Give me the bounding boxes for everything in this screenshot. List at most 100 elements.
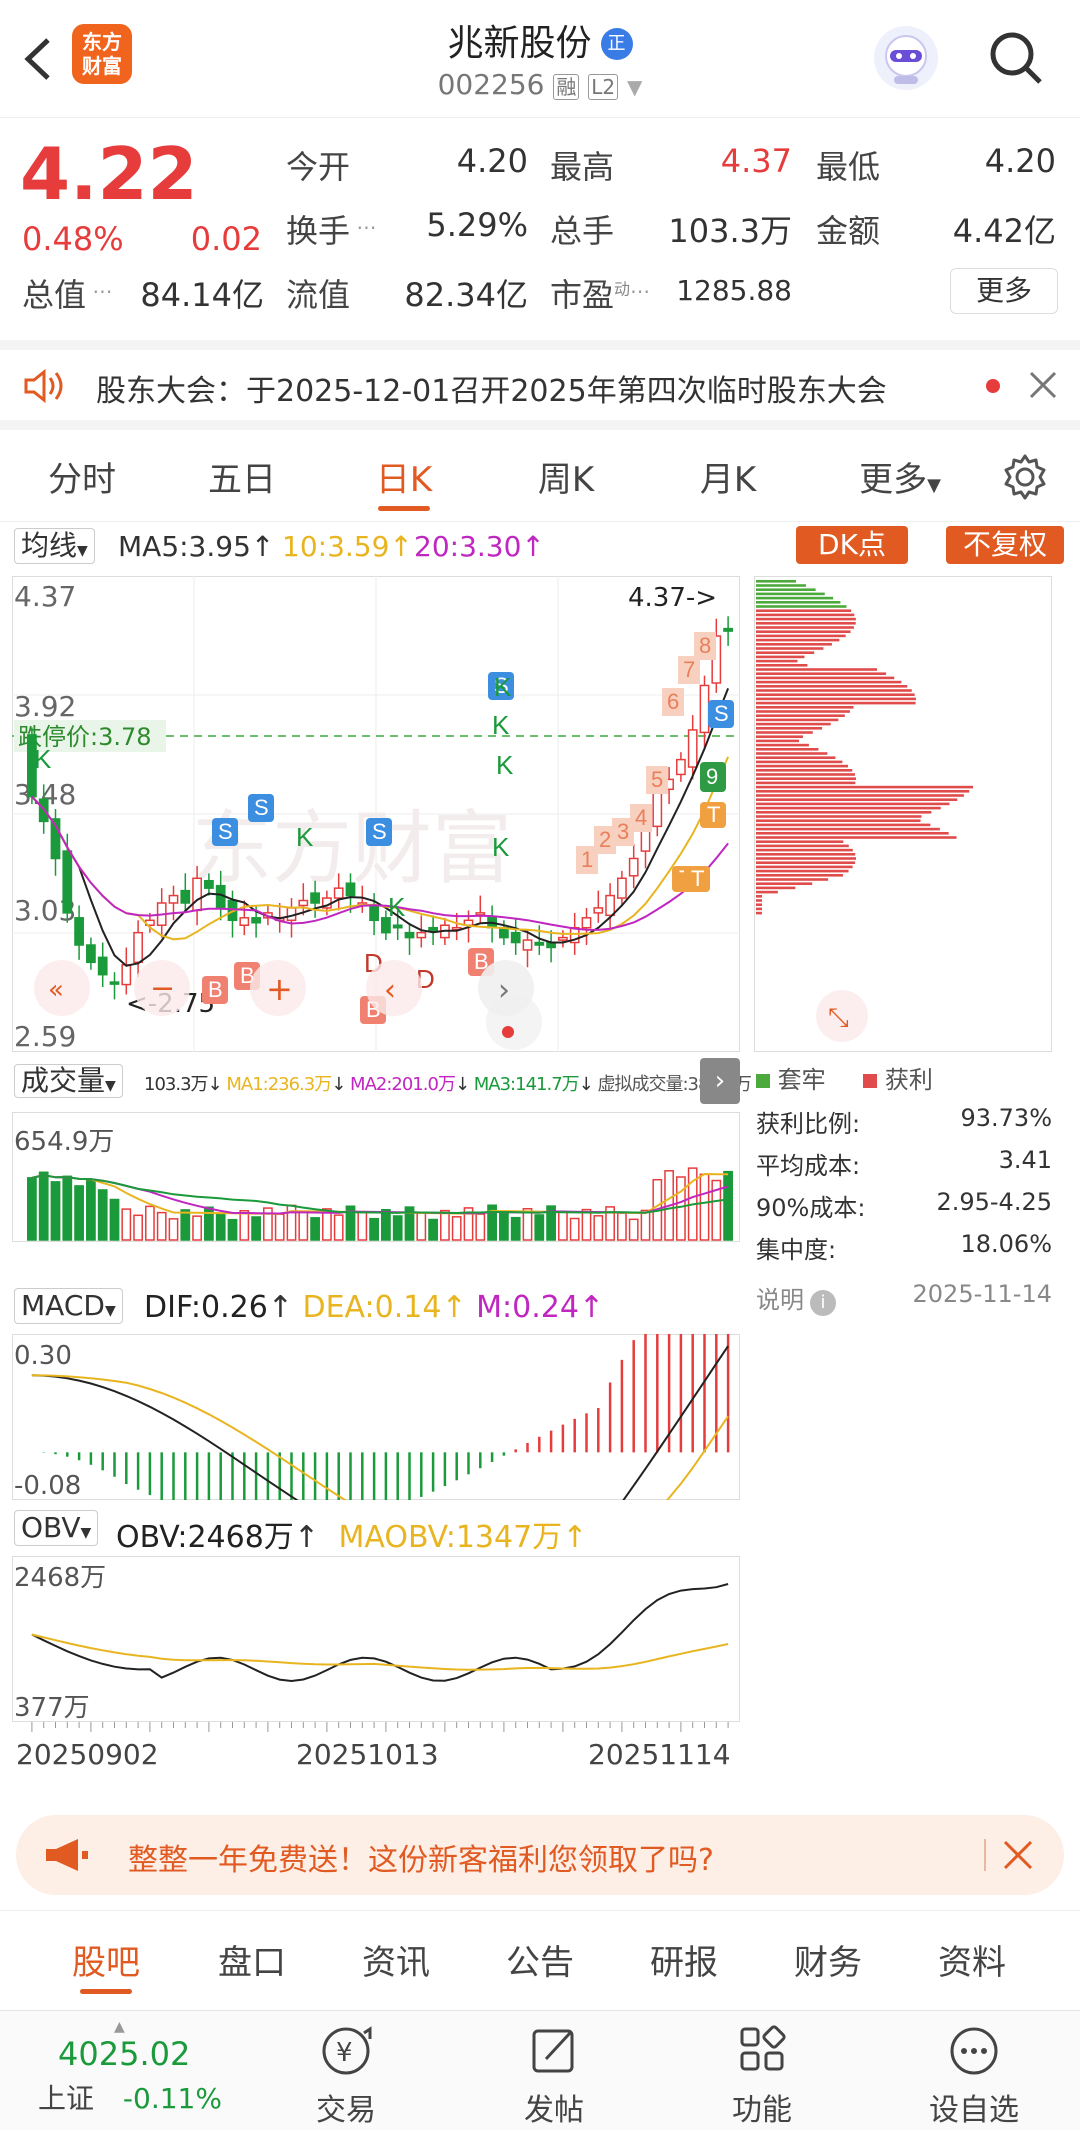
candle-body [522, 939, 533, 951]
search-icon[interactable] [986, 28, 1046, 88]
expand-panel-button[interactable]: › [700, 1058, 740, 1104]
chart-area: 均线▼ MA5:3.95↑ 10:3.59↑ 20:3.30↑ DK点 不复权 … [0, 522, 1080, 1802]
chip-bar [756, 710, 850, 713]
obv-chart[interactable]: 2468万 377万 [12, 1556, 740, 1722]
chip-bar [756, 794, 964, 797]
tab-orderbook[interactable]: 盘口 [192, 1935, 312, 1984]
candle-body [593, 907, 604, 914]
chip-bar [756, 752, 828, 755]
close-icon[interactable] [1026, 368, 1060, 402]
tab-more[interactable]: 更多▼ [830, 452, 970, 501]
trade-button[interactable]: ¥ 交易 [286, 2023, 406, 2129]
tab-finance[interactable]: 财务 [768, 1935, 888, 1984]
macd-chart[interactable]: 0.30 -0.08 [12, 1334, 740, 1500]
tab-profile[interactable]: 资料 [912, 1935, 1032, 1984]
content-tabs: 股吧 盘口 资讯 公告 研报 财务 资料 [0, 1910, 1080, 2000]
profit-ratio-row: 获利比例: 93.73% [756, 1104, 1052, 1146]
robot-assistant-icon[interactable] [874, 26, 938, 90]
turnover-label[interactable]: 换手 ⋯ [286, 206, 376, 252]
chip-bar [756, 882, 813, 885]
macd-dif: DIF:0.26 [144, 1290, 268, 1325]
candle-body [333, 887, 344, 899]
float-value: 82.34亿 [404, 276, 528, 314]
chip-bar [756, 790, 970, 793]
chip-distribution-chart[interactable]: ⤡ [754, 576, 1052, 1052]
candle-body [558, 936, 568, 941]
macd-selector[interactable]: MACD▼ [14, 1288, 123, 1324]
ma10-value: 10:3.59↑ [282, 530, 413, 563]
expand-icon[interactable]: ⤡ [828, 1003, 849, 1033]
tab-weekly-k[interactable]: 周K [506, 452, 626, 501]
tab-five-day[interactable]: 五日 [182, 452, 302, 501]
svg-text:1: 1 [581, 847, 593, 872]
tab-announcements[interactable]: 公告 [480, 1935, 600, 1984]
tab-news[interactable]: 资讯 [336, 1935, 456, 1984]
volume-bar [569, 1217, 580, 1241]
ma-selector[interactable]: 均线▼ [14, 528, 95, 564]
post-button[interactable]: 发帖 [494, 2023, 614, 2129]
trade-label: 交易 [316, 2093, 376, 2128]
vol-ma1: MA1:236.3万 [226, 1074, 332, 1095]
step-right-icon[interactable]: › [498, 973, 510, 1008]
step-left-icon[interactable]: ‹ [384, 973, 396, 1008]
volume-bar [416, 1212, 427, 1241]
volume-selector[interactable]: 成交量▼ [14, 1064, 123, 1098]
fuquan-button[interactable]: 不复权 [946, 526, 1064, 564]
chip-bar [756, 899, 762, 902]
gear-icon[interactable] [1000, 452, 1050, 502]
volume-bar [558, 1211, 568, 1241]
tab-daily-k[interactable]: 日K [344, 452, 464, 501]
close-icon[interactable] [1000, 1837, 1036, 1873]
kline-chart[interactable]: 东方财富 跌停价:3.78 4.37 3.92 3.48 3.03 2.59 4… [12, 576, 740, 1052]
volume-selector-label: 成交量 [21, 1064, 106, 1097]
functions-button[interactable]: 功能 [702, 2023, 822, 2129]
tab-forum[interactable]: 股吧 [46, 1935, 166, 1984]
candle-body [369, 904, 379, 922]
chip-bar [756, 685, 908, 688]
candle-body [74, 917, 84, 946]
index-change: -0.11% [122, 2082, 222, 2115]
chip-bar [756, 668, 878, 671]
obv-selector[interactable]: OBV▼ [14, 1510, 99, 1546]
volume-chart[interactable]: 654.9万 [12, 1112, 740, 1242]
promo-banner[interactable]: 整整一年免费送！这份新客福利您领取了吗? [16, 1815, 1064, 1895]
chip-bar [756, 580, 796, 583]
more-button[interactable]: 更多 [950, 268, 1058, 314]
k-signal: K [492, 710, 510, 740]
sell-signal-s: S [254, 795, 269, 820]
volume-bar [723, 1170, 733, 1241]
svg-text:5: 5 [651, 767, 663, 792]
candle-body [510, 931, 521, 944]
double-left-icon[interactable]: « [48, 975, 64, 1005]
zoom-out-icon[interactable]: − [150, 971, 175, 1006]
dk-button[interactable]: DK点 [796, 526, 908, 564]
chip-bar [756, 869, 849, 873]
chevron-down-icon: ▼ [627, 75, 643, 99]
tab-research[interactable]: 研报 [624, 1935, 744, 1984]
candle-body [428, 926, 438, 931]
chip-bar [756, 764, 849, 768]
bottom-toolbar: ▲ 4025.02 上证 -0.11% ¥ 交易 发帖 功能 设自选 [0, 2010, 1080, 2130]
volume-bar [699, 1173, 710, 1241]
promo-text: 整整一年免费送！这份新客福利您领取了吗? [128, 1843, 714, 1878]
pe-value: 1285.88 [676, 274, 792, 307]
chip-note-row[interactable]: 说明 i 2025-11-14 [756, 1280, 1052, 1326]
macd-top-label: 0.30 [14, 1341, 72, 1371]
quote-panel: 4.22 0.48% 0.02 今开 4.20 最高 4.37 最低 4.20 … [0, 118, 1080, 338]
chip-bar [756, 878, 829, 881]
add-watchlist-button[interactable]: 设自选 [914, 2023, 1034, 2129]
index-ticker[interactable]: ▲ 4025.02 上证 -0.11% [20, 2019, 250, 2117]
candle-body [723, 627, 733, 632]
notice-bar[interactable]: 股东大会：于2025-12-01召开2025年第四次临时股东大会 [0, 340, 1080, 430]
mktcap-label[interactable]: 总值 ⋯ [22, 270, 112, 316]
pe-label[interactable]: 市盈动⋯ [550, 270, 650, 316]
mktcap-label-text: 总值 [22, 276, 87, 314]
candle-body [180, 889, 191, 904]
chip-bar [756, 819, 921, 822]
zoom-in-icon[interactable]: + [266, 970, 293, 1008]
volume-bar [581, 1208, 592, 1241]
tab-monthly-k[interactable]: 月K [668, 452, 788, 501]
info-dots-icon: ⋯ [86, 279, 113, 303]
tab-minute[interactable]: 分时 [22, 452, 142, 501]
chip-bar [756, 756, 836, 759]
